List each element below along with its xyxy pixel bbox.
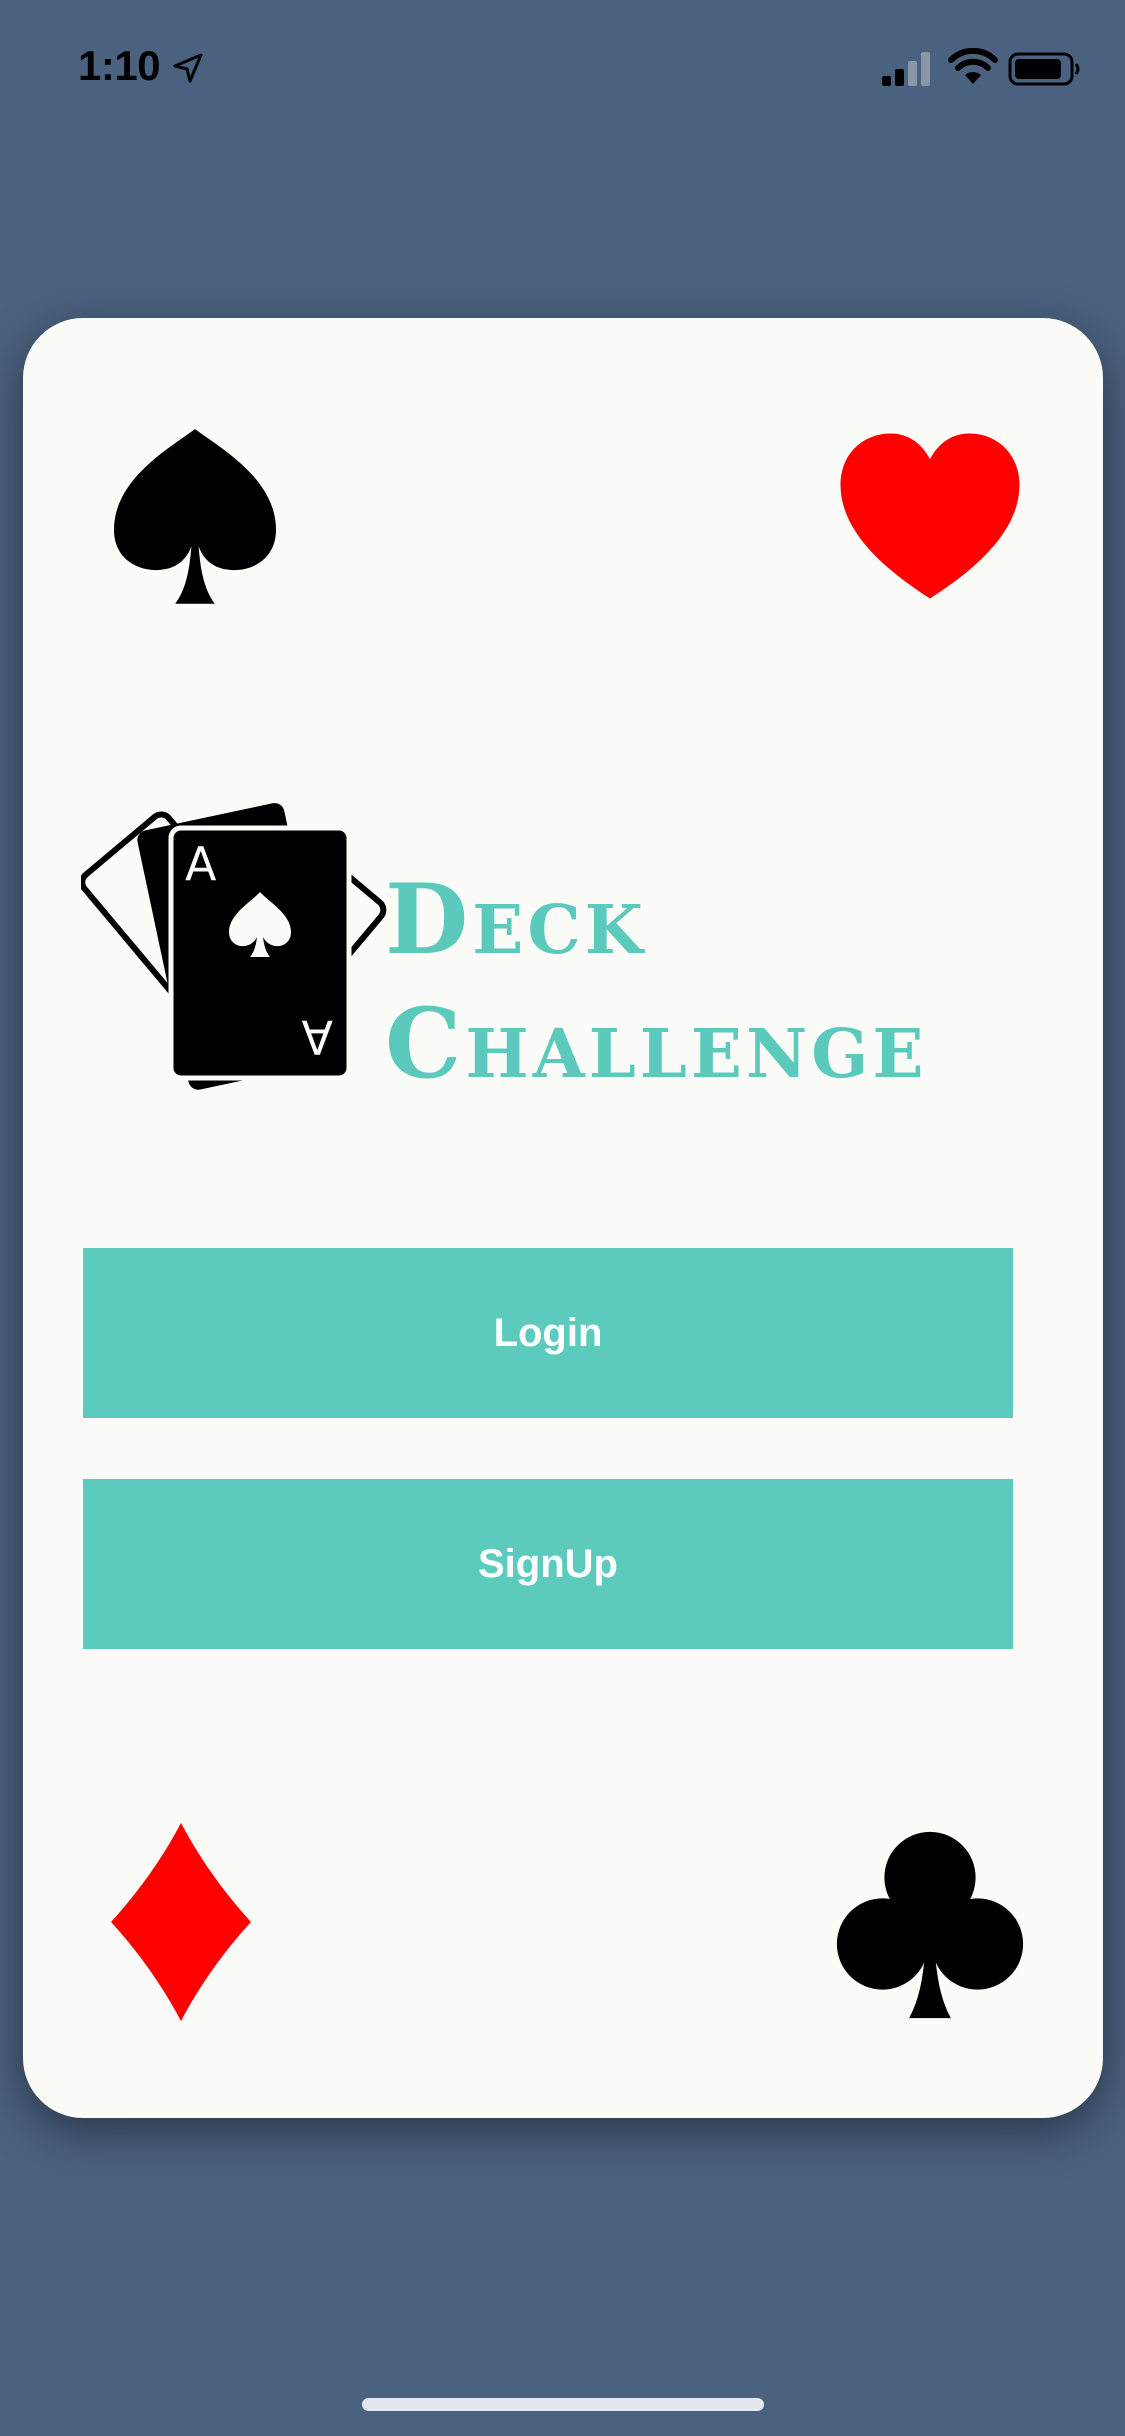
spade-icon: [114, 429, 276, 604]
status-time: 1:10: [78, 42, 161, 89]
login-button[interactable]: Login: [83, 1248, 1013, 1418]
welcome-card: A A Deck Challenge Login SignUp: [23, 318, 1103, 2118]
battery-icon: [1008, 52, 1080, 86]
heart-icon: [840, 433, 1020, 599]
app-title-line1: Deck: [385, 863, 647, 976]
status-bar: 1:10: [0, 0, 1125, 140]
playing-cards-icon: A A: [81, 803, 387, 1090]
app-title: Deck Challenge: [385, 858, 928, 1106]
signup-button[interactable]: SignUp: [83, 1479, 1013, 1649]
location-arrow-icon: [173, 53, 203, 83]
cellular-signal-icon: [882, 52, 930, 86]
app-title-line2: Challenge: [385, 987, 928, 1100]
wifi-icon: [948, 48, 998, 84]
club-icon: [836, 1831, 1024, 2019]
diamond-icon: [111, 1822, 251, 2022]
card-rank-bottom: A: [301, 1010, 333, 1064]
card-rank-top: A: [185, 837, 217, 891]
home-indicator[interactable]: [362, 2398, 764, 2411]
